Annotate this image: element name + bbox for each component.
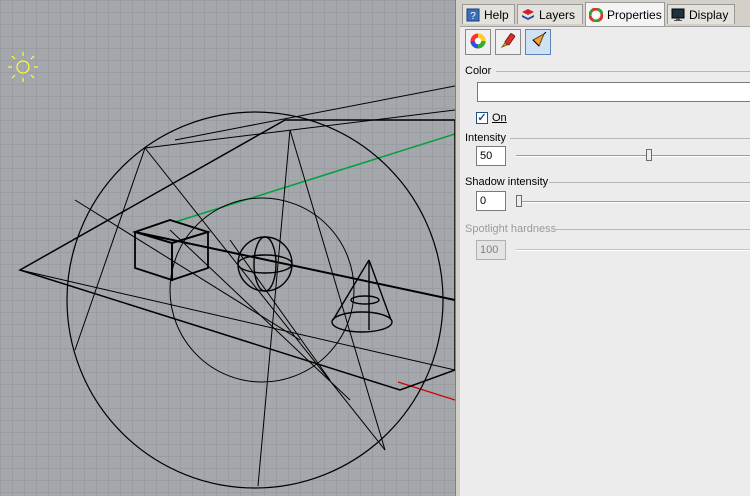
render-brush-button[interactable] <box>495 29 521 55</box>
intensity-slider-track[interactable] <box>516 155 750 157</box>
display-monitor-icon <box>671 8 685 22</box>
color-label: Color <box>465 65 492 77</box>
shadow-intensity-label: Shadow intensity <box>465 176 549 188</box>
color-divider <box>496 71 750 72</box>
material-color-button[interactable] <box>465 29 491 55</box>
layers-icon <box>521 8 535 22</box>
spotlight-object[interactable] <box>74 85 455 487</box>
sun-light-icon[interactable] <box>8 52 38 82</box>
tab-properties[interactable]: Properties <box>585 2 665 26</box>
properties-color-wheel-icon <box>588 7 604 22</box>
properties-toolbar <box>460 26 750 60</box>
shadow-intensity-input[interactable]: 0 <box>476 191 506 211</box>
properties-panel: ? Help Layers Properties Display Color ✓… <box>460 0 750 496</box>
viewport-scene <box>8 52 455 489</box>
shadow-intensity-slider-track[interactable] <box>516 201 750 203</box>
y-axis-line <box>174 133 455 223</box>
tab-display[interactable]: Display <box>667 4 735 24</box>
panel-tabbar: ? Help Layers Properties Display <box>460 0 750 27</box>
tab-properties-label: Properties <box>607 7 662 22</box>
spotlight-icon <box>529 31 547 53</box>
intensity-input[interactable]: 50 <box>476 146 506 166</box>
cone-object[interactable] <box>331 259 393 333</box>
tab-help[interactable]: ? Help <box>462 4 515 24</box>
color-swatch[interactable] <box>477 82 750 102</box>
tab-layers-label: Layers <box>539 7 576 22</box>
perspective-viewport[interactable] <box>0 0 455 496</box>
help-icon: ? <box>466 8 480 22</box>
light-properties-button[interactable] <box>525 29 551 55</box>
spotlight-hardness-input[interactable]: 100 <box>476 240 506 260</box>
x-axis-line <box>397 381 455 401</box>
on-checkbox[interactable]: ✓ <box>476 112 488 124</box>
brush-icon <box>499 32 517 53</box>
intensity-slider-thumb[interactable] <box>645 149 652 161</box>
spotlight-hardness-slider-track[interactable] <box>516 249 750 251</box>
plane-object[interactable] <box>18 119 455 391</box>
spotlight-hardness-divider <box>556 229 750 230</box>
shadow-intensity-slider-thumb[interactable] <box>516 195 522 207</box>
shadow-intensity-divider <box>549 182 750 183</box>
on-label: On <box>492 112 507 124</box>
spotlight-outer-circle[interactable] <box>66 111 444 489</box>
intensity-label: Intensity <box>465 132 506 144</box>
tab-display-label: Display <box>689 7 729 22</box>
intensity-divider <box>510 138 750 139</box>
svg-text:?: ? <box>470 11 476 22</box>
spotlight-hardness-label: Spotlight hardness <box>465 223 557 235</box>
tab-help-label: Help <box>484 7 509 22</box>
tab-layers[interactable]: Layers <box>517 4 583 24</box>
color-wheel-icon <box>469 32 487 53</box>
box-object[interactable] <box>132 219 212 282</box>
